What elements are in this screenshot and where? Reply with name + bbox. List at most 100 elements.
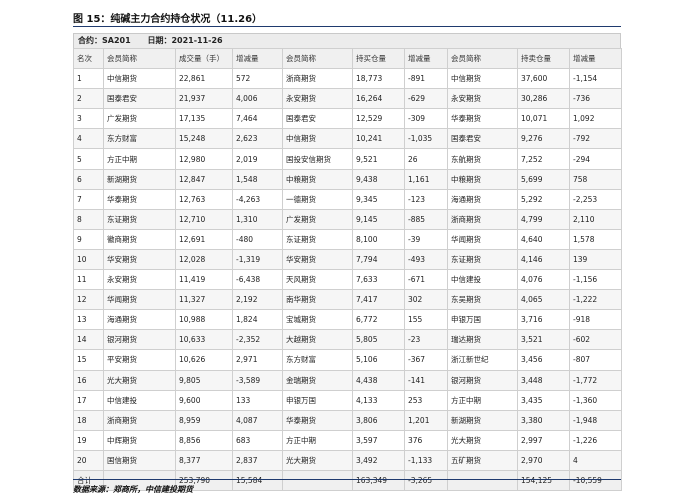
cell-long-position: 7,633 [352, 269, 405, 291]
header-member-short: 会员简称 [447, 47, 518, 70]
cell-long-change: -891 [404, 68, 448, 90]
cell-long-change: -39 [404, 228, 448, 250]
cell-long-position: 9,521 [352, 148, 405, 170]
cell-long-change: -885 [404, 208, 448, 230]
cell-long-change: 26 [404, 148, 448, 170]
cell-volume-change: -1,319 [232, 248, 283, 271]
cell-long-position: 7,417 [352, 289, 405, 311]
cell-rank: 4 [73, 128, 104, 150]
cell-volume-change: 1,310 [232, 208, 283, 230]
cell-long-position: 9,438 [352, 168, 405, 190]
cell-long-change: -493 [404, 248, 448, 271]
cell-member-short: 中粮期货 [447, 168, 518, 190]
table-row: 7 华泰期货 12,763 -4,263 一德期货 9,345 -123 海通期货 5,292-… [73, 188, 622, 210]
cell-short-position: 30,286 [517, 88, 570, 110]
cell-short-position: 3,716 [517, 309, 570, 331]
cell-long-position: 6,772 [352, 309, 405, 331]
cell-member-volume: 广发期货 [103, 108, 176, 130]
cell-member-volume: 平安期货 [103, 349, 176, 371]
cell-short-position: 3,435 [517, 389, 570, 411]
cell-member-long: 华泰期货 [282, 409, 353, 431]
table-row: 19 中辉期货 8,856 683 方正中期 3,597 376 光大期货 2,997 -1,22… [73, 429, 622, 451]
cell-member-volume: 华安期货 [103, 248, 176, 271]
cell-member-long: 方正中期 [282, 429, 353, 451]
cell-member-short: 华泰期货 [447, 108, 518, 130]
cell-short-position: 4,640 [517, 228, 570, 250]
total-cell: -3,265 [404, 469, 448, 492]
table-row: 17 中信建投 9,600 133 申银万国 4,133 253 方正中期 3,435 -1,36… [73, 389, 622, 411]
cell-member-long: 中信期货 [282, 128, 353, 150]
cell-volume-change: 1,548 [232, 168, 283, 190]
cell-long-position: 5,106 [352, 349, 405, 371]
table-row: 12 华闻期货 11,327 2,192 南华期货 7,417 302 东吴期货 4,065 -1… [73, 289, 622, 311]
cell-rank: 1 [73, 68, 104, 90]
cell-short-change: -807 [569, 349, 622, 371]
cell-member-long: 天风期货 [282, 269, 353, 291]
cell-member-volume: 国泰君安 [103, 88, 176, 110]
cell-long-position: 4,438 [352, 369, 405, 391]
cell-member-volume: 浙商期货 [103, 409, 176, 431]
cell-short-change: -1,226 [569, 429, 622, 451]
cell-short-position: 5,699 [517, 168, 570, 190]
cell-short-position: 37,600 [517, 68, 570, 90]
cell-short-position: 7,252 [517, 148, 570, 170]
cell-long-change: 1,201 [404, 409, 448, 431]
header-member-long: 会员简称 [282, 47, 353, 70]
table-row: 16 光大期货 9,805 -3,589 金瑞期货 4,438 -141 银河期货 3,448-… [73, 369, 622, 391]
cell-member-short: 华闻期货 [447, 228, 518, 250]
cell-long-position: 7,794 [352, 248, 405, 271]
cell-short-position: 3,521 [517, 329, 570, 351]
cell-long-change: -1,133 [404, 449, 448, 471]
cell-short-position: 3,380 [517, 409, 570, 431]
cell-member-short: 浙江新世纪 [447, 349, 518, 371]
cell-volume: 9,805 [175, 369, 233, 391]
cell-volume-change: 2,019 [232, 148, 283, 170]
cell-short-position: 4,076 [517, 269, 570, 291]
cell-member-volume: 中信建投 [103, 389, 176, 411]
cell-rank: 9 [73, 228, 104, 250]
cell-long-position: 9,145 [352, 208, 405, 230]
cell-long-position: 4,133 [352, 389, 405, 411]
cell-rank: 2 [73, 88, 104, 110]
cell-member-short: 国泰君安 [447, 128, 518, 150]
data-source-note: 数据来源：郑商所，中信建投期货 [73, 485, 193, 494]
cell-long-position: 9,345 [352, 188, 405, 210]
cell-long-change: 302 [404, 289, 448, 311]
cell-volume-change: 133 [232, 389, 283, 411]
cell-rank: 5 [73, 148, 104, 170]
source-divider [73, 479, 621, 480]
cell-volume-change: -6,438 [232, 269, 283, 291]
table-row: 14 银河期货 10,633 -2,352 大越期货 5,805 -23 瑞达期货 3,521-… [73, 329, 622, 351]
cell-long-change: 155 [404, 309, 448, 331]
cell-volume: 12,710 [175, 208, 233, 230]
cell-rank: 11 [73, 269, 104, 291]
cell-long-change: 376 [404, 429, 448, 451]
cell-member-long: 申银万国 [282, 389, 353, 411]
cell-long-change: -367 [404, 349, 448, 371]
cell-member-short: 东航期货 [447, 148, 518, 170]
cell-member-short: 东吴期货 [447, 289, 518, 311]
cell-member-long: 国投安信期货 [282, 148, 353, 170]
cell-member-short: 中信期货 [447, 68, 518, 90]
cell-short-change: -1,948 [569, 409, 622, 431]
cell-volume: 22,861 [175, 68, 233, 90]
cell-long-change: -1,035 [404, 128, 448, 150]
table-row: 10 华安期货 12,028 -1,319 华安期货 7,794 -493 东证期货 4,146… [73, 248, 622, 271]
cell-short-position: 4,146 [517, 248, 570, 271]
header-rank: 名次 [73, 47, 104, 70]
cell-long-position: 18,773 [352, 68, 405, 90]
cell-member-short: 申银万国 [447, 309, 518, 331]
cell-member-long: 中粮期货 [282, 168, 353, 190]
cell-member-long: 大越期货 [282, 329, 353, 351]
cell-member-volume: 东证期货 [103, 208, 176, 230]
cell-volume: 11,419 [175, 269, 233, 291]
table-row: 1 中信期货 22,861 572 浙商期货 18,773 -891 中信期货 37,600 -1… [73, 68, 622, 90]
cell-short-position: 4,065 [517, 289, 570, 311]
table-row: 8 东证期货 12,710 1,310 广发期货 9,145 -885 浙商期货 4,799 2,… [73, 208, 622, 230]
cell-rank: 7 [73, 188, 104, 210]
cell-volume-change: -3,589 [232, 369, 283, 391]
cell-long-change: -23 [404, 329, 448, 351]
cell-long-change: 253 [404, 389, 448, 411]
cell-short-change: -918 [569, 309, 622, 331]
cell-short-change: -294 [569, 148, 622, 170]
